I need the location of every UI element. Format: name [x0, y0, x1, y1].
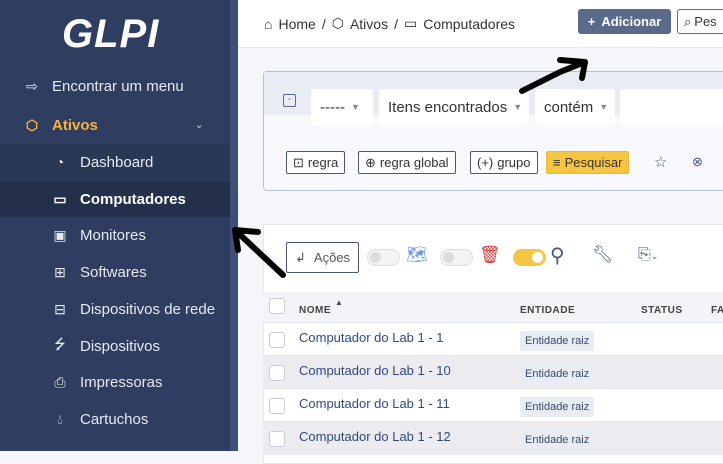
- arrow-annotation-add: [519, 57, 588, 94]
- arrow-annotation-computadores: [232, 227, 286, 278]
- annotation-arrows: [232, 57, 588, 278]
